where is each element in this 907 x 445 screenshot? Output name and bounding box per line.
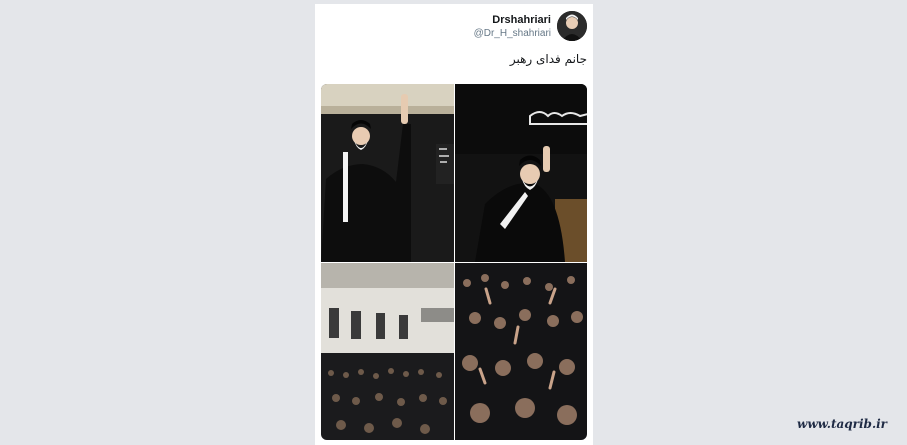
user-handle[interactable]: @Dr_H_shahriari xyxy=(474,27,551,40)
photo-hall-interior[interactable] xyxy=(321,263,454,440)
tweet-header: Drshahriari @Dr_H_shahriari xyxy=(474,9,587,43)
tweet-text: جانم فدای رهبر xyxy=(509,52,587,66)
avatar[interactable] xyxy=(557,11,587,41)
photo-grid xyxy=(321,84,587,440)
photo-crowd[interactable] xyxy=(455,263,587,440)
author-names: Drshahriari @Dr_H_shahriari xyxy=(474,13,551,40)
tweet-card: Drshahriari @Dr_H_shahriari جانم فدای ره… xyxy=(315,4,593,445)
photo-leader-waving-1[interactable] xyxy=(321,84,454,262)
display-name[interactable]: Drshahriari xyxy=(474,13,551,27)
watermark: www.taqrib.ir xyxy=(797,417,887,431)
photo-leader-seated-waving[interactable] xyxy=(455,84,587,262)
